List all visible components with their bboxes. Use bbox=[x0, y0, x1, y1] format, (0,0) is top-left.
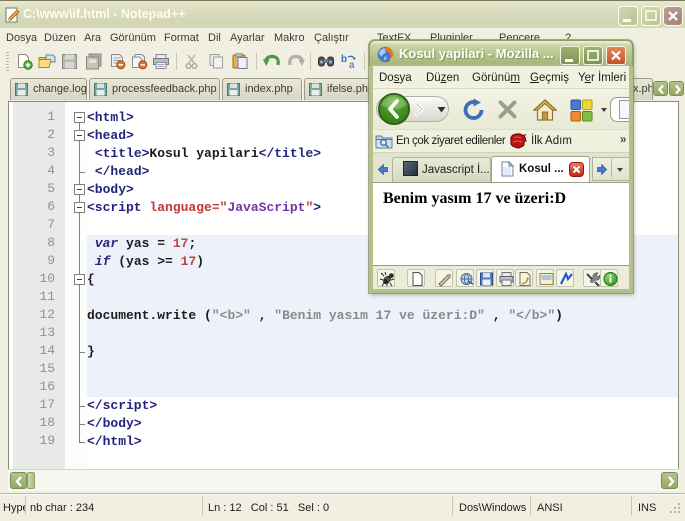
svg-text:a: a bbox=[349, 60, 355, 70]
svg-text:b: b bbox=[341, 54, 347, 65]
